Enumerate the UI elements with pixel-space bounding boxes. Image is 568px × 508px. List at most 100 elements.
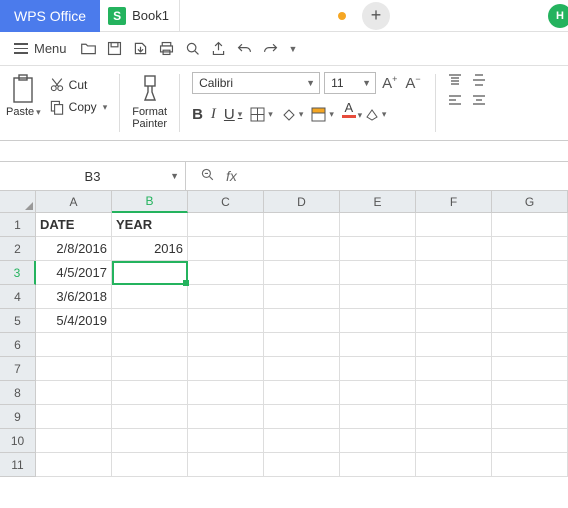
cell-F11[interactable] xyxy=(416,453,492,477)
cell-F1[interactable] xyxy=(416,213,492,237)
cell-G6[interactable] xyxy=(492,333,568,357)
cell-B11[interactable] xyxy=(112,453,188,477)
row-head[interactable]: 1 xyxy=(0,213,36,237)
col-head-a[interactable]: A xyxy=(36,191,112,213)
cell-A3[interactable]: 4/5/2017 xyxy=(36,261,112,285)
cell-B10[interactable] xyxy=(112,429,188,453)
col-head-g[interactable]: G xyxy=(492,191,568,213)
cell-C2[interactable] xyxy=(188,237,264,261)
save-icon[interactable] xyxy=(105,39,125,59)
cell-A2[interactable]: 2/8/2016 xyxy=(36,237,112,261)
cell-E9[interactable] xyxy=(340,405,416,429)
cell-C11[interactable] xyxy=(188,453,264,477)
cell-B8[interactable] xyxy=(112,381,188,405)
cell-D7[interactable] xyxy=(264,357,340,381)
copy-button[interactable]: Copy▾ xyxy=(49,99,108,115)
row-head[interactable]: 4 xyxy=(0,285,36,309)
cell-E7[interactable] xyxy=(340,357,416,381)
cell-G11[interactable] xyxy=(492,453,568,477)
fill-color-button[interactable]: ▾ xyxy=(281,107,304,122)
cell-F3[interactable] xyxy=(416,261,492,285)
cell-G2[interactable] xyxy=(492,237,568,261)
row-head[interactable]: 5 xyxy=(0,309,36,333)
cell-C10[interactable] xyxy=(188,429,264,453)
cell-C5[interactable] xyxy=(188,309,264,333)
border-button[interactable]: ▾ xyxy=(250,107,273,122)
cell-A1[interactable]: DATE xyxy=(36,213,112,237)
cell-C3[interactable] xyxy=(188,261,264,285)
col-head-d[interactable]: D xyxy=(264,191,340,213)
font-name-select[interactable]: Calibri▼ xyxy=(192,72,320,94)
cell-C8[interactable] xyxy=(188,381,264,405)
document-tab[interactable]: S Book1 xyxy=(100,0,180,32)
align-top-icon[interactable] xyxy=(448,74,462,86)
cell-G10[interactable] xyxy=(492,429,568,453)
col-head-f[interactable]: F xyxy=(416,191,492,213)
cell-G9[interactable] xyxy=(492,405,568,429)
cell-F9[interactable] xyxy=(416,405,492,429)
cell-B6[interactable] xyxy=(112,333,188,357)
cell-C9[interactable] xyxy=(188,405,264,429)
cell-G5[interactable] xyxy=(492,309,568,333)
row-head[interactable]: 2 xyxy=(0,237,36,261)
cell-D10[interactable] xyxy=(264,429,340,453)
share-icon[interactable] xyxy=(209,39,229,59)
cell-A4[interactable]: 3/6/2018 xyxy=(36,285,112,309)
cell-B2[interactable]: 2016 xyxy=(112,237,188,261)
cell-C4[interactable] xyxy=(188,285,264,309)
cell-A11[interactable] xyxy=(36,453,112,477)
cell-A8[interactable] xyxy=(36,381,112,405)
col-head-e[interactable]: E xyxy=(340,191,416,213)
cell-C6[interactable] xyxy=(188,333,264,357)
user-avatar[interactable]: H xyxy=(548,4,568,28)
cell-C1[interactable] xyxy=(188,213,264,237)
cell-B9[interactable] xyxy=(112,405,188,429)
cell-E2[interactable] xyxy=(340,237,416,261)
cell-D11[interactable] xyxy=(264,453,340,477)
row-head[interactable]: 9 xyxy=(0,405,36,429)
cell-A9[interactable] xyxy=(36,405,112,429)
cell-E11[interactable] xyxy=(340,453,416,477)
cell-F10[interactable] xyxy=(416,429,492,453)
row-head[interactable]: 11 xyxy=(0,453,36,477)
align-left-icon[interactable] xyxy=(448,94,462,106)
cut-button[interactable]: Cut xyxy=(49,77,108,93)
format-painter-button[interactable]: Format Painter xyxy=(132,70,167,130)
fx-icon[interactable]: fx xyxy=(226,168,237,184)
formula-input[interactable] xyxy=(251,163,568,189)
cell-D3[interactable] xyxy=(264,261,340,285)
cell-E4[interactable] xyxy=(340,285,416,309)
name-box[interactable]: B3 ▼ xyxy=(0,162,186,190)
cell-F4[interactable] xyxy=(416,285,492,309)
cell-F5[interactable] xyxy=(416,309,492,333)
cell-E3[interactable] xyxy=(340,261,416,285)
cell-B7[interactable] xyxy=(112,357,188,381)
row-head[interactable]: 6 xyxy=(0,333,36,357)
clear-format-button[interactable]: ▾ xyxy=(364,107,387,122)
row-head[interactable]: 8 xyxy=(0,381,36,405)
cell-G4[interactable] xyxy=(492,285,568,309)
cell-G8[interactable] xyxy=(492,381,568,405)
qat-dropdown[interactable]: ▼ xyxy=(289,44,298,54)
cell-A7[interactable] xyxy=(36,357,112,381)
cell-D6[interactable] xyxy=(264,333,340,357)
cell-D1[interactable] xyxy=(264,213,340,237)
align-middle-icon[interactable] xyxy=(472,74,486,86)
paste-button[interactable]: Paste▾ xyxy=(6,70,41,118)
new-tab-button[interactable]: + xyxy=(362,2,390,30)
spreadsheet-grid[interactable]: A B C D E F G 1DATEYEAR22/8/2016201634/5… xyxy=(0,191,568,477)
cell-C7[interactable] xyxy=(188,357,264,381)
cell-G7[interactable] xyxy=(492,357,568,381)
cell-G3[interactable] xyxy=(492,261,568,285)
cell-A10[interactable] xyxy=(36,429,112,453)
open-icon[interactable] xyxy=(79,39,99,59)
row-head[interactable]: 7 xyxy=(0,357,36,381)
cell-E10[interactable] xyxy=(340,429,416,453)
cell-E8[interactable] xyxy=(340,381,416,405)
cell-G1[interactable] xyxy=(492,213,568,237)
cell-style-button[interactable]: ▾ xyxy=(311,107,334,122)
cell-D9[interactable] xyxy=(264,405,340,429)
cell-D5[interactable] xyxy=(264,309,340,333)
select-all-corner[interactable] xyxy=(0,191,36,213)
cell-A5[interactable]: 5/4/2019 xyxy=(36,309,112,333)
